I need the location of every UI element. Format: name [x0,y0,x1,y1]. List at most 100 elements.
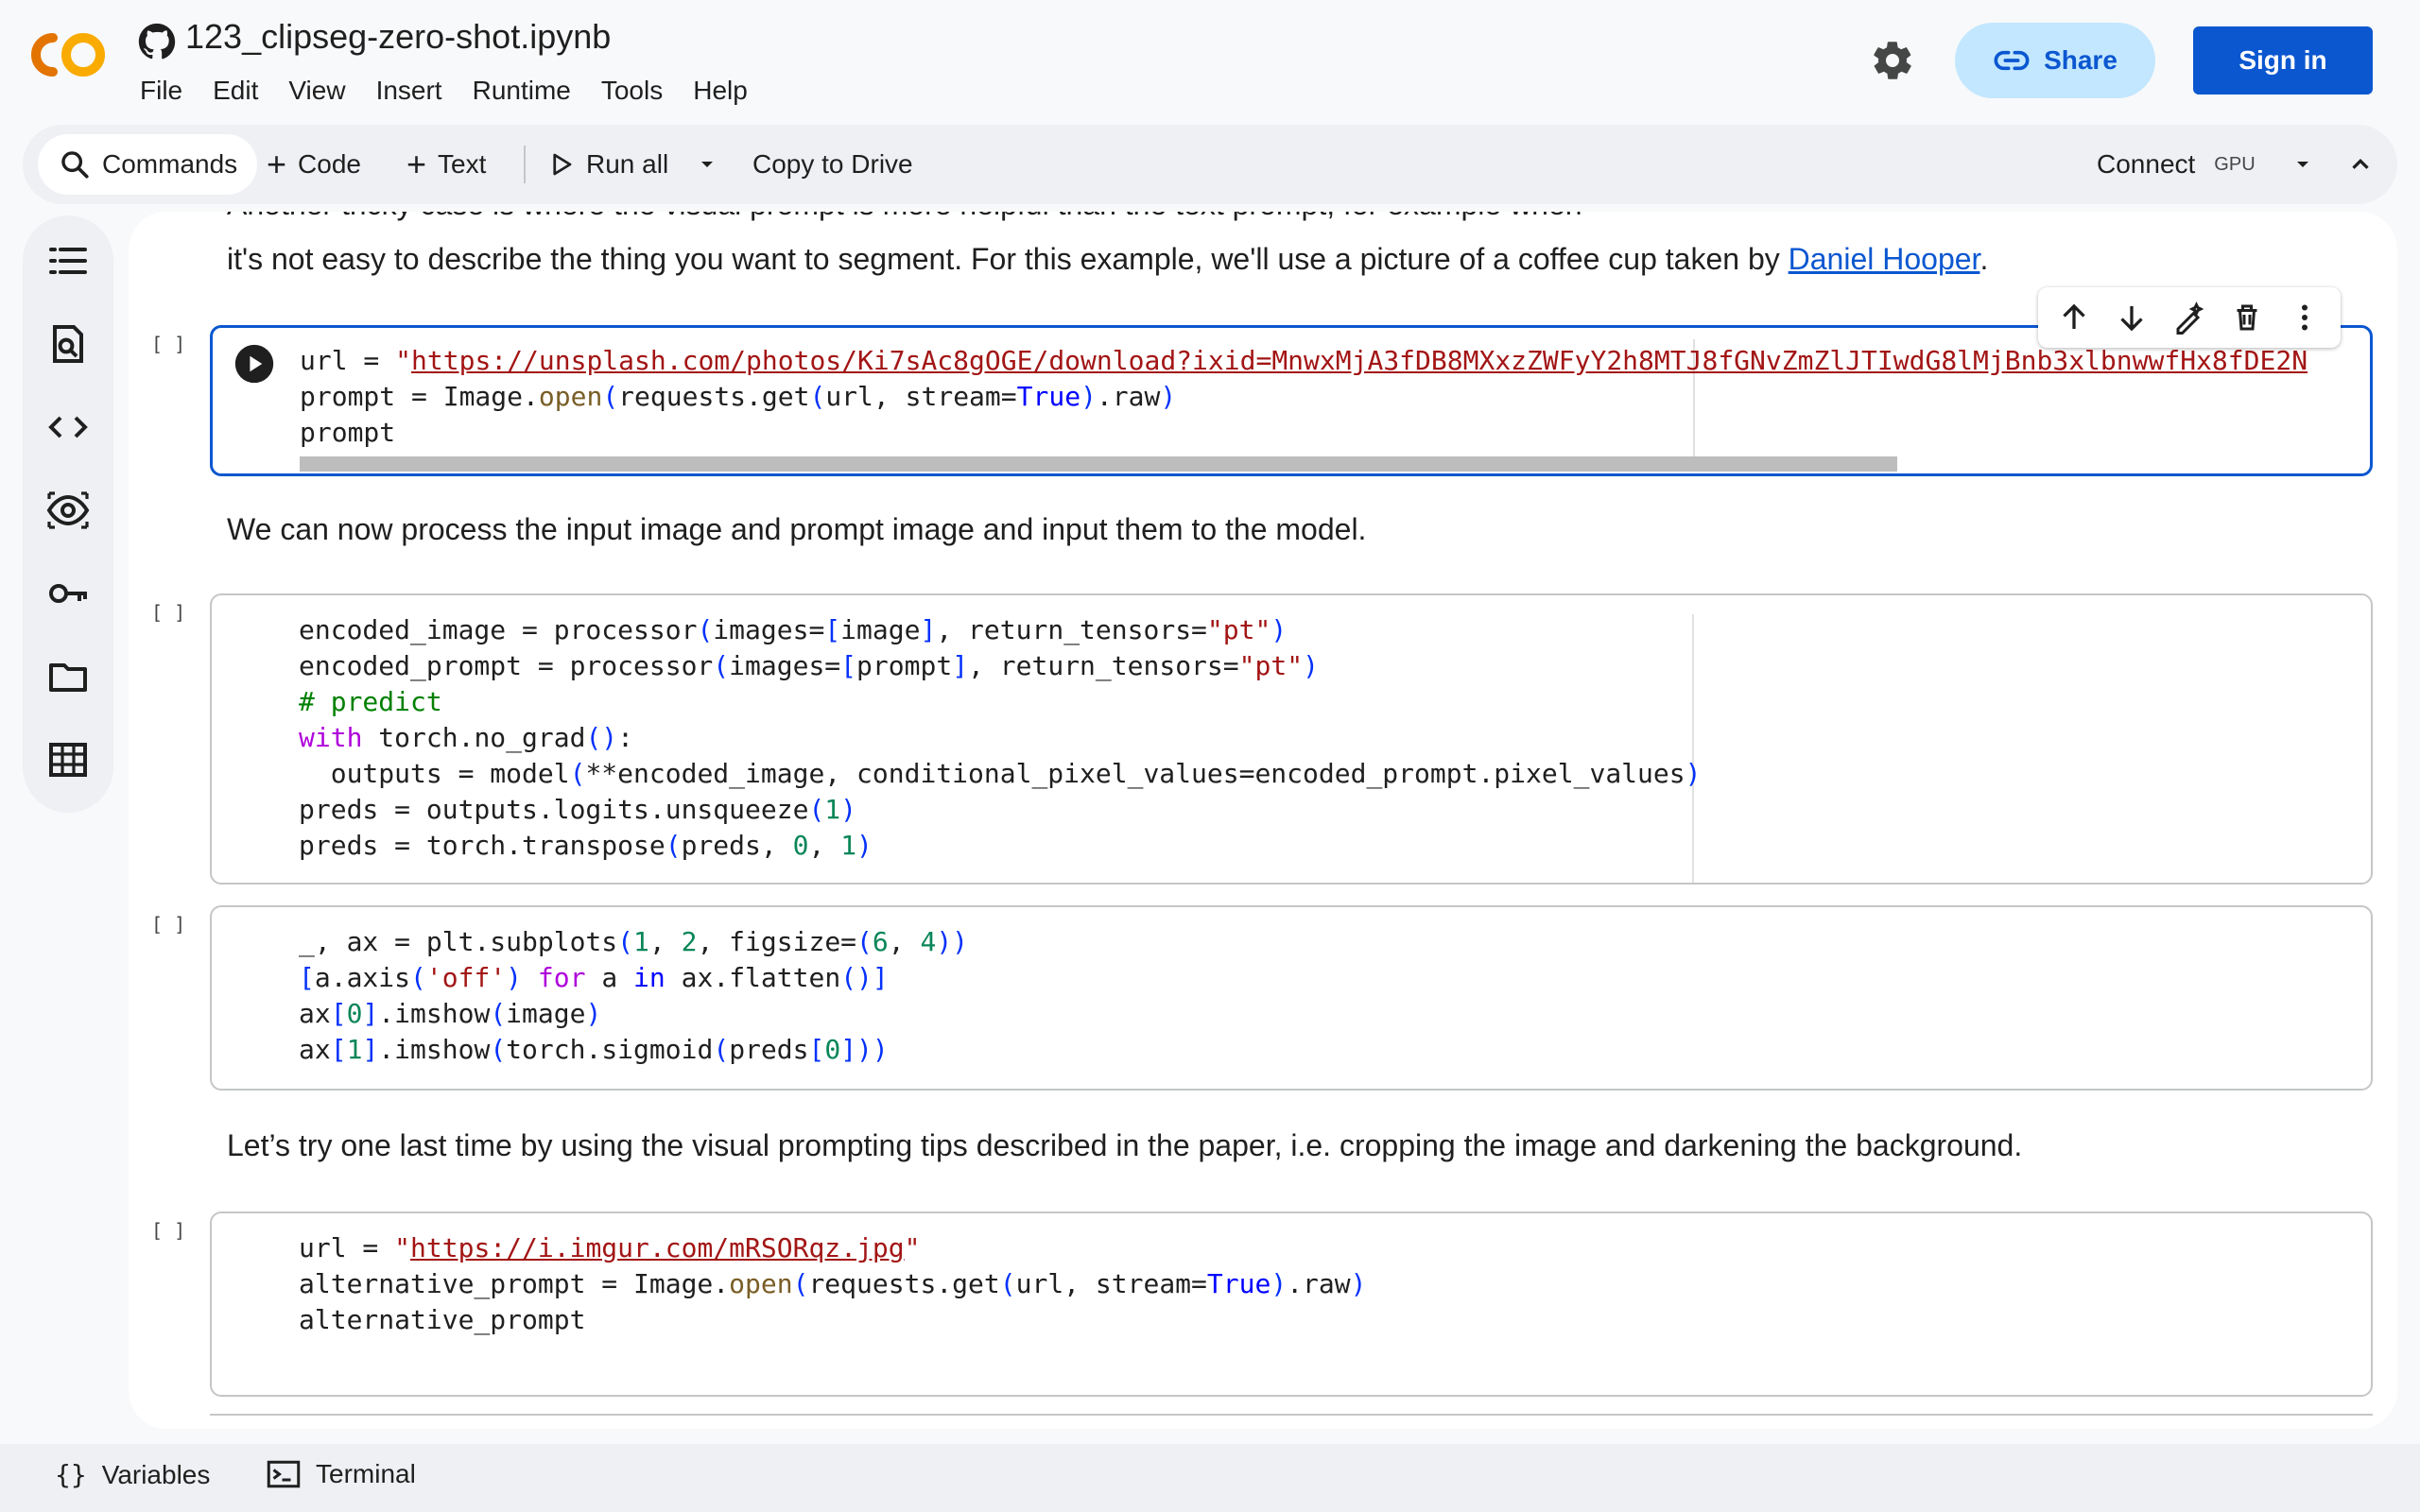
markdown-cell-2: We can now process the input image and p… [227,512,1367,546]
connect-label: Connect [2097,149,2196,179]
header: 123_clipseg-zero-shot.ipynb File Edit Vi… [0,0,2420,121]
code-line[interactable]: with torch.no_grad(): [299,720,633,756]
variables-button[interactable]: {} Variables [55,1459,210,1490]
chevron-up-icon [2352,158,2369,169]
add-code-button[interactable]: + Code [267,134,361,195]
key-icon[interactable] [45,571,91,616]
delete-icon[interactable] [2230,301,2264,335]
run-all-dropdown[interactable] [696,134,718,195]
markdown-cell-1: it's not easy to describe the thing you … [227,242,1988,277]
run-all-button[interactable]: Run all [546,134,668,195]
move-down-icon[interactable] [2115,301,2149,335]
settings-gear-icon[interactable] [1870,38,1915,83]
toolbar: Commands + Code + Text Run all Copy to D… [23,125,2397,204]
unsplash-url[interactable]: https://unsplash.com/photos/Ki7sAc8gOGE/… [411,345,2308,376]
folder-icon[interactable] [45,654,91,699]
code-line[interactable]: ax[0].imshow(image) [299,996,601,1032]
plus-icon: + [406,145,427,183]
code-line[interactable]: outputs = model(**encoded_image, conditi… [299,756,1702,792]
cell-4-exec-count: [ ] [151,1219,186,1242]
connect-dropdown[interactable] [2291,134,2314,195]
table-of-contents-icon[interactable] [45,238,91,284]
bottom-bar: {} Variables Terminal [0,1444,2420,1512]
markdown-cut-line: Another tricky case is where the visual … [227,212,1582,222]
code-line[interactable]: preds = outputs.logits.unsqueeze(1) [299,792,856,828]
run-cell-icon[interactable] [233,343,275,385]
code-line[interactable]: url = "https://unsplash.com/photos/Ki7sA… [300,343,2308,379]
menu-bar: File Edit View Insert Runtime Tools Help [140,76,778,106]
variables-label: Variables [101,1459,211,1489]
terminal-icon [267,1460,301,1488]
toolbar-divider [524,146,526,183]
code-line[interactable]: prompt [300,415,395,451]
code-line[interactable]: [a.axis('off') for a in ax.flatten()] [299,960,889,996]
code-line[interactable]: prompt = Image.open(requests.get(url, st… [300,379,1176,415]
find-replace-icon[interactable] [45,321,91,367]
menu-file[interactable]: File [140,76,182,106]
add-code-label: Code [298,149,361,179]
copy-to-drive-button[interactable]: Copy to Drive [752,134,913,195]
share-label: Share [2044,45,2118,75]
add-text-button[interactable]: + Text [406,134,486,195]
code-line[interactable]: ax[1].imshow(torch.sigmoid(preds[0])) [299,1032,889,1068]
colab-logo-icon[interactable] [28,28,110,81]
imgur-url[interactable]: https://i.imgur.com/mRSORqz.jpg [410,1232,905,1263]
code-cell-4[interactable]: url = "https://i.imgur.com/mRSORqz.jpg" … [210,1211,2373,1397]
search-icon [61,151,89,179]
curly-braces-icon: {} [55,1459,87,1490]
table-icon[interactable] [45,737,91,782]
terminal-label: Terminal [316,1459,416,1488]
menu-view[interactable]: View [288,76,345,106]
caret-down-icon [2297,162,2308,167]
code-line[interactable]: alternative_prompt [299,1302,585,1338]
notebook-area: Another tricky case is where the visual … [129,212,2397,1429]
code-line[interactable]: encoded_image = processor(images=[image]… [299,612,1287,648]
terminal-button[interactable]: Terminal [267,1459,416,1489]
share-button[interactable]: Share [1955,23,2155,98]
sign-in-label: Sign in [2238,45,2327,75]
gpu-label: GPU [2214,153,2256,175]
code-line[interactable]: _, ax = plt.subplots(1, 2, figsize=(6, 4… [299,924,968,960]
secrets-eye-icon[interactable] [45,488,91,533]
menu-insert[interactable]: Insert [376,76,442,106]
menu-edit[interactable]: Edit [213,76,258,106]
code-cell-1[interactable]: url = "https://unsplash.com/photos/Ki7sA… [210,325,2373,476]
markdown-period: . [1979,242,1989,276]
plus-icon: + [267,145,287,183]
commands-button[interactable]: Commands [38,134,257,195]
code-line[interactable]: alternative_prompt = Image.open(requests… [299,1266,1367,1302]
more-vert-icon[interactable] [2288,301,2322,335]
caret-down-icon [701,162,713,167]
copy-to-drive-label: Copy to Drive [752,149,913,179]
connect-button[interactable]: Connect GPU [2097,134,2256,195]
move-up-icon[interactable] [2057,301,2091,335]
code-cell-2[interactable]: encoded_image = processor(images=[image]… [210,593,2373,885]
code-cell-3[interactable]: _, ax = plt.subplots(1, 2, figsize=(6, 4… [210,905,2373,1091]
add-text-label: Text [438,149,487,179]
edit-sparkle-icon[interactable] [2172,301,2206,335]
link-icon [1994,50,2030,71]
daniel-hooper-link[interactable]: Daniel Hooper [1789,242,1980,276]
collapse-toolbar-button[interactable] [2346,134,2375,195]
code-snippets-icon[interactable] [45,404,91,450]
code-comment[interactable]: # predict [299,684,442,720]
cell-3-exec-count: [ ] [151,913,186,936]
left-rail [23,215,113,813]
menu-help[interactable]: Help [693,76,748,106]
code-line[interactable]: preds = torch.transpose(preds, 0, 1) [299,828,873,864]
github-icon [138,23,176,60]
cell-toolbar [2038,287,2341,348]
horizontal-scrollbar[interactable] [300,456,1897,472]
next-cell-edge [210,1414,2373,1416]
markdown-text: it's not easy to describe the thing you … [227,242,1789,276]
menu-tools[interactable]: Tools [601,76,663,106]
code-line[interactable]: url = "https://i.imgur.com/mRSORqz.jpg" [299,1230,920,1266]
code-line[interactable]: encoded_prompt = processor(images=[promp… [299,648,1319,684]
sign-in-button[interactable]: Sign in [2193,26,2373,94]
menu-runtime[interactable]: Runtime [473,76,571,106]
run-all-label: Run all [586,149,669,179]
line-length-ruler [1692,614,1694,883]
commands-label: Commands [102,149,238,179]
cell-1-exec-count: [ ] [151,333,186,355]
notebook-title[interactable]: 123_clipseg-zero-shot.ipynb [185,17,611,57]
